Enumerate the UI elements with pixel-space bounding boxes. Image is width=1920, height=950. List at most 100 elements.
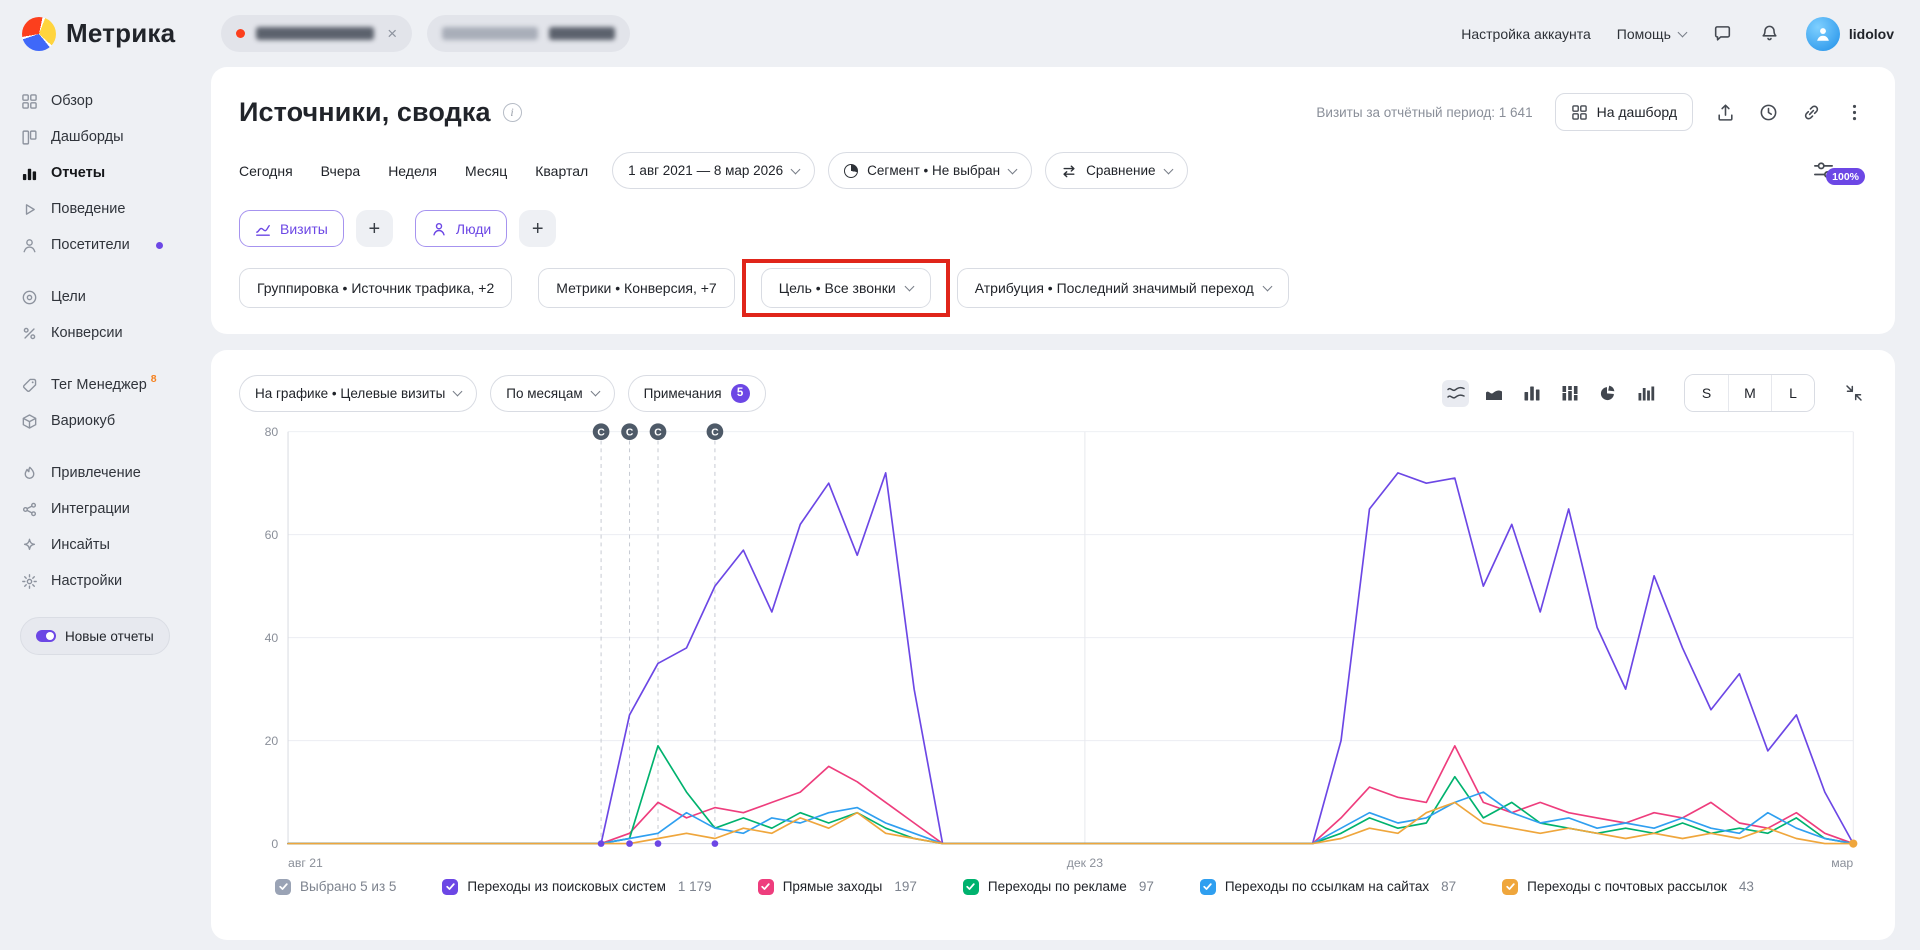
sidebar-item-visitors[interactable]: Посетители [20, 227, 199, 263]
line-chart-icon[interactable] [1442, 380, 1469, 407]
legend-item-4[interactable]: Переходы с почтовых рассылок43 [1502, 879, 1754, 895]
tag-manager-count-badge: 8 [151, 373, 157, 385]
master-checkbox-icon[interactable] [275, 879, 291, 895]
counter-selector[interactable]: × [221, 15, 412, 52]
notes-label: Примечания [644, 386, 722, 401]
sidebar-item-variocube[interactable]: Вариокуб [20, 403, 199, 439]
sidebar-item-settings[interactable]: Настройки [20, 563, 199, 599]
more-menu-icon[interactable] [1844, 102, 1865, 123]
avatar [1806, 17, 1840, 51]
new-reports-button[interactable]: Новые отчеты [20, 617, 170, 655]
sidebar-item-reports[interactable]: Отчеты [20, 155, 199, 191]
column-chart-icon[interactable] [1632, 380, 1659, 407]
date-range-picker[interactable]: 1 авг 2021 — 8 мар 2026 [612, 152, 815, 189]
sidebar-item-overview[interactable]: Обзор [20, 83, 199, 119]
filter-pill-3[interactable]: Атрибуция • Последний значимый переход [957, 268, 1289, 308]
legend-item-3[interactable]: Переходы по ссылкам на сайтах87 [1200, 879, 1456, 895]
legend-checkbox[interactable] [758, 879, 774, 895]
legend-item-0[interactable]: Переходы из поисковых систем1 179 [442, 879, 711, 895]
sidebar-item-label: Настройки [51, 573, 122, 589]
sidebar-item-label: Инсайты [51, 537, 110, 553]
legend-checkbox[interactable] [442, 879, 458, 895]
sidebar-item-goals[interactable]: Цели [20, 279, 199, 315]
collapse-chart-icon[interactable] [1840, 380, 1867, 407]
sidebar-item-conversions[interactable]: Конверсии [20, 315, 199, 351]
history-icon[interactable] [1758, 102, 1779, 123]
app-root: Метрика × Настройка аккаунта Помощь [0, 0, 1920, 950]
legend-item-2[interactable]: Переходы по рекламе97 [963, 879, 1154, 895]
legend-master-checkbox[interactable]: Выбрано 5 из 5 [275, 879, 396, 895]
user-menu[interactable]: lidolov [1806, 17, 1894, 51]
redacted-counter-name [256, 27, 374, 40]
notifications-bell-icon[interactable] [1759, 23, 1780, 44]
size-S-button[interactable]: S [1685, 375, 1728, 411]
goals-icon [20, 289, 39, 306]
svg-text:мар: мар [1831, 856, 1853, 870]
legend-master-label: Выбрано 5 из 5 [300, 879, 396, 894]
graph-metric-picker[interactable]: На графике • Целевые визиты [239, 375, 477, 412]
sidebar-item-acquisition[interactable]: Привлечение [20, 455, 199, 491]
granularity-picker[interactable]: По месяцам [490, 375, 614, 412]
period-tab-3[interactable]: Месяц [465, 163, 507, 179]
title-row: Источники, сводка i Визиты за отчётный п… [239, 93, 1865, 131]
period-tab-0[interactable]: Сегодня [239, 163, 293, 179]
help-menu[interactable]: Помощь [1617, 26, 1686, 42]
bar-chart-icon[interactable] [1518, 380, 1545, 407]
dashboards-icon [20, 129, 39, 146]
stacked-bar-chart-icon[interactable] [1556, 380, 1583, 407]
settings-icon [20, 573, 39, 590]
sampling-button[interactable]: 100% [1812, 159, 1835, 182]
add-people-button[interactable]: + [519, 210, 556, 247]
legend-checkbox[interactable] [1502, 879, 1518, 895]
counter-pills: × [221, 15, 630, 52]
legend-label: Переходы по ссылкам на сайтах [1225, 879, 1429, 894]
traffic-chart[interactable]: 020406080авг 21дек 23марCCCC [239, 416, 1867, 877]
sidebar-item-label: Отчеты [51, 165, 105, 181]
link-icon[interactable] [1801, 102, 1822, 123]
pie-chart-icon[interactable] [1594, 380, 1621, 407]
visits-metric-button[interactable]: Визиты [239, 210, 344, 247]
add-metric-button[interactable]: + [356, 210, 393, 247]
chat-icon[interactable] [1712, 23, 1733, 44]
sidebar-item-integrations[interactable]: Интеграции [20, 491, 199, 527]
sidebar-nav: ОбзорДашборды Отчеты ПоведениеПосетители Це… [20, 83, 199, 599]
segment-picker[interactable]: Сегмент • Не выбран [828, 152, 1032, 189]
notes-button[interactable]: Примечания 5 [628, 375, 766, 412]
filter-pill-2[interactable]: Цель • Все звонки [761, 268, 931, 308]
size-L-button[interactable]: L [1771, 375, 1814, 411]
to-dashboard-button[interactable]: На дашборд [1555, 93, 1693, 131]
legend-label: Переходы из поисковых систем [467, 879, 665, 894]
chevron-down-icon [1163, 164, 1173, 174]
svg-text:авг 21: авг 21 [288, 856, 323, 870]
brand[interactable]: Метрика [22, 17, 175, 51]
chevron-down-icon [453, 387, 463, 397]
filter-pill-1[interactable]: Метрики • Конверсия, +7 [538, 268, 734, 308]
reports-icon [20, 165, 39, 182]
export-icon[interactable] [1715, 102, 1736, 123]
metrica-logo-icon [22, 17, 56, 51]
size-M-button[interactable]: M [1728, 375, 1771, 411]
legend-checkbox[interactable] [963, 879, 979, 895]
redacted-counter-id [549, 27, 615, 40]
sidebar-item-label: Цели [51, 289, 86, 305]
compare-picker[interactable]: Сравнение [1045, 152, 1187, 189]
area-chart-icon[interactable] [1480, 380, 1507, 407]
sidebar-item-insights[interactable]: Инсайты [20, 527, 199, 563]
counter-info[interactable] [427, 15, 630, 52]
sidebar-item-label: Конверсии [51, 325, 123, 341]
period-tab-1[interactable]: Вчера [321, 163, 361, 179]
people-metric-button[interactable]: Люди [415, 210, 507, 247]
sidebar-item-behavior[interactable]: Поведение [20, 191, 199, 227]
info-icon[interactable]: i [503, 103, 522, 122]
svg-text:80: 80 [265, 425, 279, 439]
legend-checkbox[interactable] [1200, 879, 1216, 895]
sidebar-item-tag-manager[interactable]: Тег Менеджер8 [20, 367, 199, 403]
filter-label: Группировка • Источник трафика, +2 [257, 280, 494, 296]
legend-item-1[interactable]: Прямые заходы197 [758, 879, 917, 895]
sidebar-item-dashboards[interactable]: Дашборды [20, 119, 199, 155]
filter-pill-0[interactable]: Группировка • Источник трафика, +2 [239, 268, 512, 308]
close-icon[interactable]: × [387, 25, 397, 42]
period-tab-4[interactable]: Квартал [535, 163, 588, 179]
account-settings-link[interactable]: Настройка аккаунта [1461, 26, 1591, 42]
period-tab-2[interactable]: Неделя [388, 163, 437, 179]
